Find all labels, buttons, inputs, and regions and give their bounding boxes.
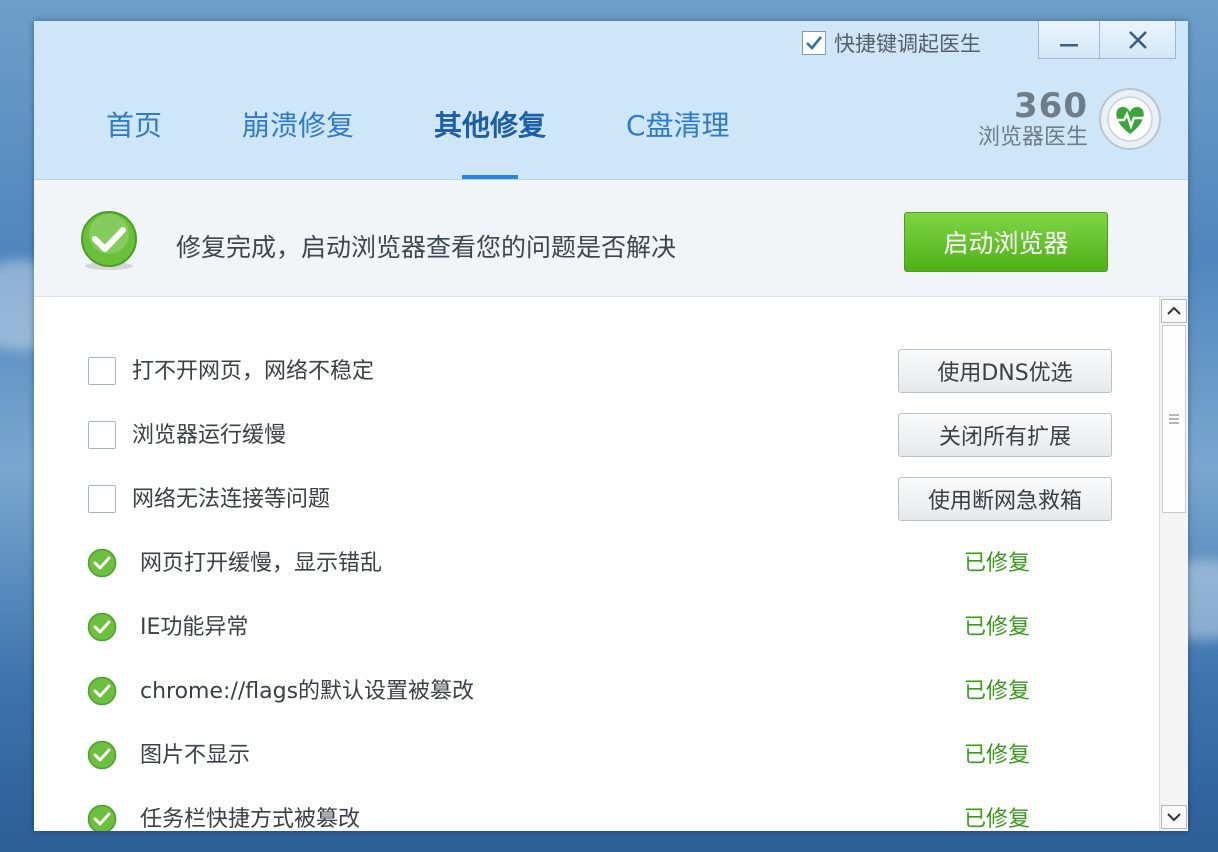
issue-list: 打不开网页，网络不稳定 使用DNS优选 浏览器运行缓慢 关闭所有扩展 网络无法连… <box>34 297 1158 831</box>
hotkey-label: 快捷键调起医生 <box>834 32 981 56</box>
grip-icon <box>1169 414 1179 424</box>
scroll-up-button[interactable] <box>1161 299 1187 323</box>
list-item: 打不开网页，网络不稳定 使用DNS优选 <box>34 313 1158 393</box>
browser-doctor-window: 快捷键调起医生 首页 崩溃修复 其他修复 C盘清理 360 浏览器医生 修复完成… <box>34 21 1188 831</box>
check-icon <box>806 36 823 50</box>
tab-crash-repair[interactable]: 崩溃修复 <box>242 97 354 179</box>
fixed-status: 已修复 <box>964 807 1031 831</box>
close-button[interactable] <box>1100 21 1176 59</box>
status-message: 修复完成，启动浏览器查看您的问题是否解决 <box>176 233 677 262</box>
hotkey-checkbox[interactable] <box>802 31 826 55</box>
tab-home[interactable]: 首页 <box>106 97 162 179</box>
minimize-button[interactable] <box>1038 21 1100 59</box>
check-circle-icon <box>87 804 117 831</box>
list-item: 图片不显示 已修复 <box>34 697 1158 770</box>
issue-label: 任务栏快捷方式被篡改 <box>140 807 361 831</box>
scroll-thumb[interactable] <box>1162 325 1186 513</box>
brand-number: 360 <box>1014 86 1088 126</box>
list-item: 浏览器运行缓慢 关闭所有扩展 <box>34 377 1158 457</box>
close-icon <box>1128 30 1147 49</box>
scroll-down-button[interactable] <box>1161 805 1187 829</box>
list-item: 网页打开缓慢，显示错乱 已修复 <box>34 505 1158 578</box>
chevron-up-icon <box>1167 306 1181 315</box>
list-item: 网络无法连接等问题 使用断网急救箱 <box>34 441 1158 521</box>
repair-status-banner: 修复完成，启动浏览器查看您的问题是否解决 启动浏览器 <box>34 180 1188 297</box>
heart-pulse-icon <box>1099 88 1161 150</box>
brand-name: 浏览器医生 <box>977 125 1088 150</box>
list-scrollbar[interactable] <box>1159 297 1188 831</box>
window-controls <box>1038 21 1176 59</box>
list-item: chrome://flags的默认设置被篡改 已修复 <box>34 633 1158 706</box>
chevron-down-icon <box>1167 813 1181 822</box>
hotkey-toggle[interactable]: 快捷键调起医生 <box>802 28 981 58</box>
launch-browser-button[interactable]: 启动浏览器 <box>904 212 1108 272</box>
check-circle-icon <box>81 211 137 270</box>
tab-c-drive-cleanup[interactable]: C盘清理 <box>626 97 730 179</box>
brand: 360 浏览器医生 <box>962 89 1088 153</box>
list-item: IE功能异常 已修复 <box>34 569 1158 642</box>
header: 快捷键调起医生 首页 崩溃修复 其他修复 C盘清理 360 浏览器医生 <box>34 21 1188 180</box>
minimize-icon <box>1060 43 1078 46</box>
tab-other-repair[interactable]: 其他修复 <box>434 97 546 179</box>
list-item: 任务栏快捷方式被篡改 已修复 <box>34 761 1158 831</box>
